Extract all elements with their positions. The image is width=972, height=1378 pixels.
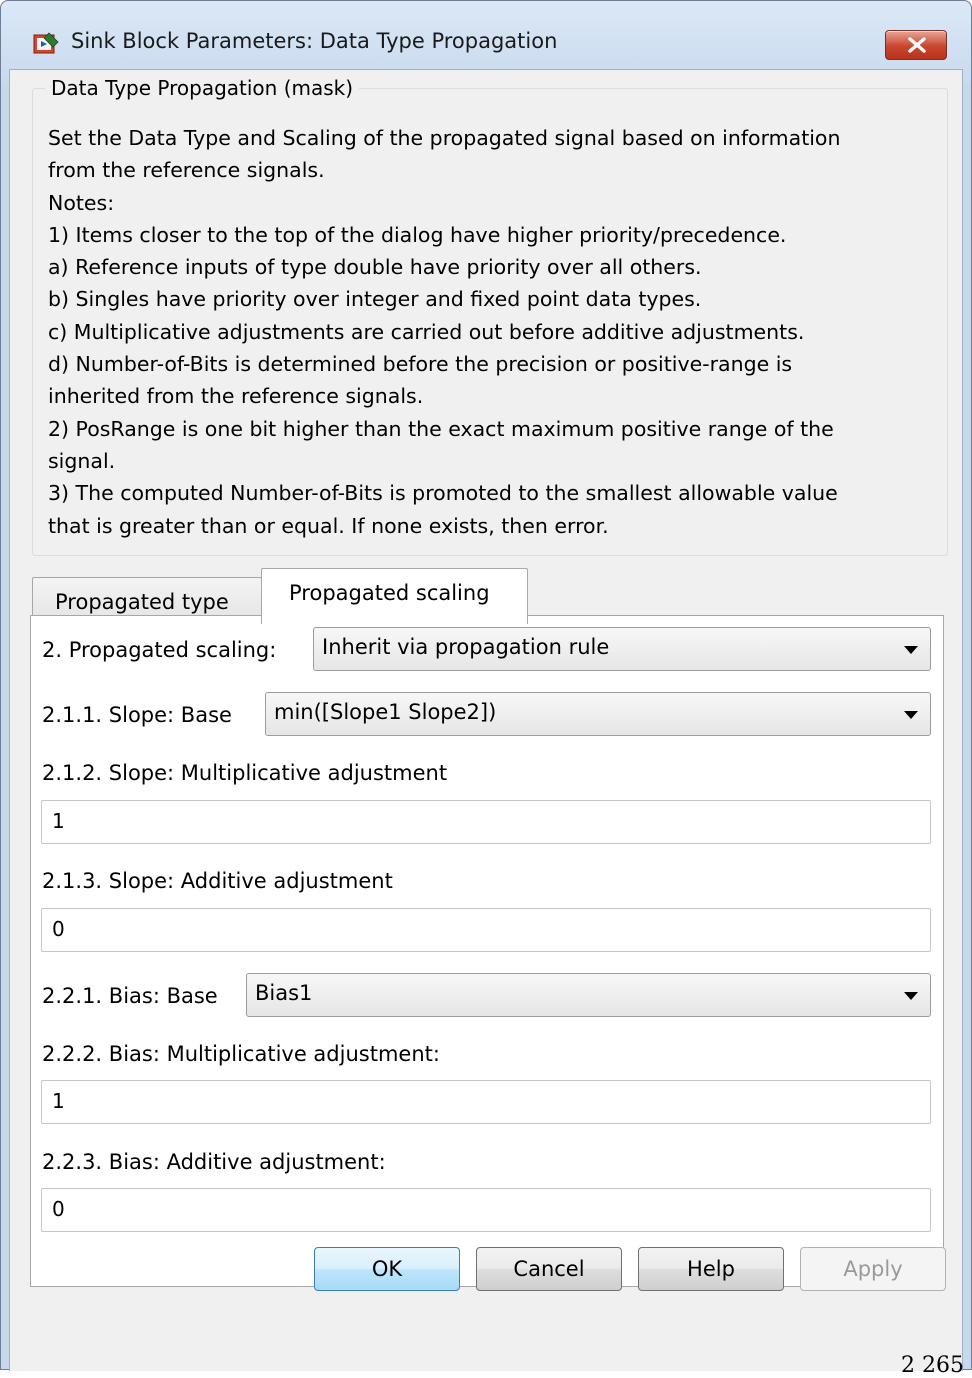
- description-line: signal.: [48, 448, 116, 473]
- ok-button[interactable]: OK: [314, 1247, 460, 1291]
- description-line: Notes:: [48, 190, 115, 215]
- description-line: inherited from the reference signals.: [48, 384, 424, 409]
- slope-mult-value: 1: [52, 809, 65, 833]
- window-title: Sink Block Parameters: Data Type Propaga…: [71, 29, 558, 53]
- bias-base-value: Bias1: [255, 981, 313, 1005]
- slope-add-input[interactable]: 0: [41, 908, 931, 952]
- slope-mult-label: 2.1.2. Slope: Multiplicative adjustment: [42, 761, 448, 785]
- tab-panel-propagated-scaling: 2. Propagated scaling: Inherit via propa…: [30, 615, 944, 1287]
- bias-mult-value: 1: [52, 1089, 65, 1113]
- description-line: c) Multiplicative adjustments are carrie…: [48, 319, 805, 344]
- propagated-scaling-dropdown[interactable]: Inherit via propagation rule: [313, 627, 931, 671]
- cancel-button[interactable]: Cancel: [476, 1247, 622, 1291]
- bias-base-label: 2.2.1. Bias: Base: [42, 984, 218, 1008]
- slope-mult-input[interactable]: 1: [41, 800, 931, 844]
- mask-title: Data Type Propagation (mask): [45, 74, 360, 102]
- apply-button[interactable]: Apply: [800, 1247, 946, 1291]
- bias-mult-input[interactable]: 1: [41, 1080, 931, 1124]
- bias-add-value: 0: [52, 1197, 65, 1221]
- mask-description-group: Data Type Propagation (mask) Set the Dat…: [32, 74, 948, 556]
- chevron-down-icon: [904, 646, 918, 654]
- bias-add-input[interactable]: 0: [41, 1188, 931, 1232]
- description-line: a) Reference inputs of type double have …: [48, 255, 702, 280]
- description-line: Set the Data Type and Scaling of the pro…: [48, 126, 841, 150]
- chevron-down-icon: [904, 711, 918, 719]
- close-button[interactable]: [885, 30, 947, 60]
- description-line: 2) PosRange is one bit higher than the e…: [48, 416, 834, 441]
- propagated-scaling-value: Inherit via propagation rule: [322, 635, 610, 659]
- description-line: b) Singles have priority over integer an…: [48, 287, 702, 312]
- slope-base-label: 2.1.1. Slope: Base: [42, 703, 232, 727]
- description-line: d) Number-of-Bits is determined before t…: [48, 352, 793, 377]
- bias-base-dropdown[interactable]: Bias1: [246, 973, 931, 1017]
- help-button[interactable]: Help: [638, 1247, 784, 1291]
- bias-add-label: 2.2.3. Bias: Additive adjustment:: [42, 1150, 386, 1174]
- footer-fragment: 2 265: [901, 1353, 964, 1378]
- description-line: that is greater than or equal. If none e…: [48, 513, 609, 538]
- bias-mult-label: 2.2.2. Bias: Multiplicative adjustment:: [42, 1042, 440, 1066]
- slope-add-label: 2.1.3. Slope: Additive adjustment: [42, 869, 393, 893]
- description-line: 1) Items closer to the top of the dialog…: [48, 222, 787, 247]
- chevron-down-icon: [904, 992, 918, 1000]
- slope-base-value: min([Slope1 Slope2]): [274, 700, 497, 724]
- description-line: from the reference signals.: [48, 158, 325, 183]
- mask-description: Set the Data Type and Scaling of the pro…: [48, 122, 948, 542]
- simulink-block-icon: [33, 32, 59, 54]
- close-icon: [908, 37, 926, 53]
- dialog-window: Sink Block Parameters: Data Type Propaga…: [0, 0, 972, 1378]
- description-line: 3) The computed Number-of-Bits is promot…: [48, 481, 838, 506]
- propagated-scaling-label: 2. Propagated scaling:: [42, 638, 277, 662]
- slope-base-dropdown[interactable]: min([Slope1 Slope2]): [265, 692, 931, 736]
- tab-propagated-scaling[interactable]: Propagated scaling: [261, 568, 528, 624]
- dialog-client-area: Data Type Propagation (mask) Set the Dat…: [9, 69, 963, 1371]
- slope-add-value: 0: [52, 917, 65, 941]
